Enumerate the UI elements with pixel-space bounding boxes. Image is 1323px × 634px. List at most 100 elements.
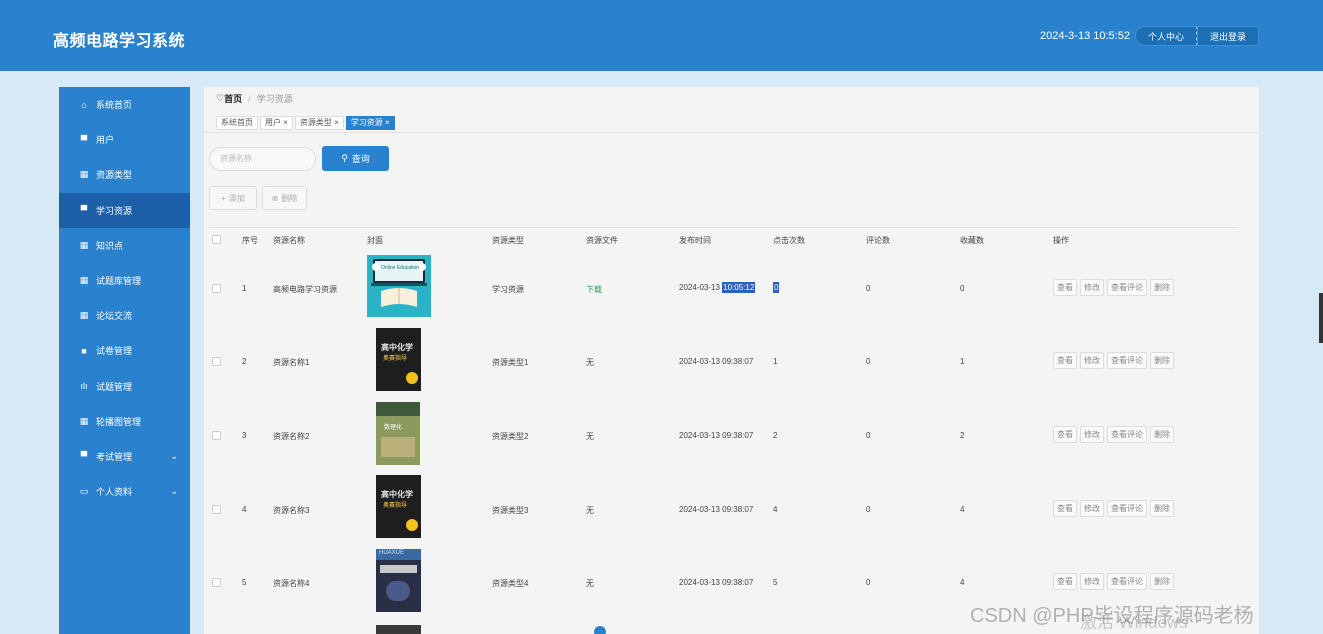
row-date: 2024-03-13 09:38:07 [679,357,753,366]
sidebar-item-learning-resources[interactable]: ▀ 学习资源 [59,192,190,228]
row-delete-button[interactable]: 删除 [1150,279,1174,296]
breadcrumb-home[interactable]: 首页 [224,92,242,105]
sidebar-item-label: 用户 [96,135,115,146]
row-delete-button[interactable]: 删除 [1150,573,1174,590]
sidebar-item-label: 个人资料 [96,487,133,498]
row-date-day: 2024-03-13 [679,578,720,587]
sidebar-item-label: 资源类型 [96,170,133,181]
column-header-cover: 封面 [367,236,383,245]
cover-title: 数理化 [384,425,403,431]
search-button[interactable]: ⚲ 查询 [322,146,389,171]
row-delete-button[interactable]: 删除 [1150,352,1174,369]
sidebar-item-papers[interactable]: ■ 试卷管理 [59,333,190,368]
row-delete-button[interactable]: 删除 [1150,500,1174,517]
row-favorites: 4 [960,578,965,587]
search-input[interactable]: 资源名称 [209,147,316,171]
monitor-icon: ▀ [80,134,88,145]
sidebar-item-exams[interactable]: ▀ 考试管理 ⌄ [59,439,190,474]
row-file: 无 [586,506,594,515]
edit-button[interactable]: 修改 [1080,500,1104,517]
row-checkbox[interactable] [212,431,221,440]
row-delete-button[interactable]: 删除 [1150,426,1174,443]
sidebar-item-resource-types[interactable]: ▦ 资源类型 [59,157,190,192]
scrollbar-handle[interactable] [1319,293,1323,343]
row-checkbox[interactable] [212,505,221,514]
sidebar-item-home[interactable]: ⌂ 系统首页 [59,87,190,122]
logout-button[interactable]: 退出登录 [1196,26,1259,46]
row-file: 无 [586,432,594,441]
sidebar-item-question-bank[interactable]: ▦ 试题库管理 [59,263,190,298]
app-title: 高频电路学习系统 [53,33,186,50]
column-header-comments: 评论数 [866,236,890,245]
row-type: 资源类型4 [492,579,529,588]
view-button[interactable]: 查看 [1053,279,1077,296]
sidebar-item-carousel[interactable]: ▦ 轮播图管理 [59,404,190,439]
add-button-label: 添加 [228,193,245,203]
column-header-actions: 操作 [1053,236,1069,245]
edit-button[interactable]: 修改 [1080,352,1104,369]
plus-icon: + [221,193,226,203]
tab-home[interactable]: 系统首页 [216,116,258,130]
row-name: 资源名称4 [273,579,310,588]
edit-button[interactable]: 修改 [1080,426,1104,443]
view-button[interactable]: 查看 [1053,500,1077,517]
row-checkbox[interactable] [212,578,221,587]
view-comments-button[interactable]: 查看评论 [1107,352,1147,369]
sidebar-item-users[interactable]: ▀ 用户 [59,122,190,157]
breadcrumb-current: 学习资源 [256,94,293,104]
row-name: 资源名称1 [273,358,310,367]
download-link[interactable]: 下载 [586,284,602,295]
view-button[interactable]: 查看 [1053,573,1077,590]
row-name: 资源名称3 [273,506,310,515]
edit-button[interactable]: 修改 [1080,573,1104,590]
cover-image: 数理化 [376,402,420,465]
view-button[interactable]: 查看 [1053,352,1077,369]
tab-learning-resources[interactable]: 学习资源 × [345,116,395,130]
sidebar-item-knowledge[interactable]: ▦ 知识点 [59,228,190,263]
tab-users[interactable]: 用户 × [260,116,293,130]
heart-icon: ♡ [216,93,225,103]
sidebar: ⌂ 系统首页 ▀ 用户 ▦ 资源类型 ▀ 学习资源 ▦ 知识点 ▦ 试题库管理 … [59,87,190,634]
sidebar-item-label: 轮播图管理 [96,416,142,427]
add-button[interactable]: + 添加 [209,186,257,210]
view-comments-button[interactable]: 查看评论 [1107,500,1147,517]
sidebar-item-forum[interactable]: ▦ 论坛交流 [59,298,190,333]
row-type: 资源类型3 [492,506,529,515]
row-date: 2024-03-13 09:38:07 [679,505,753,514]
row-actions: 查看 修改 查看评论 删除 [1053,500,1177,517]
tab-resource-types[interactable]: 资源类型 × [294,116,344,130]
view-button[interactable]: 查看 [1053,426,1077,443]
breadcrumb: ♡ 首页 / 学习资源 [216,92,293,105]
view-comments-button[interactable]: 查看评论 [1107,279,1147,296]
row-file: 无 [586,579,594,588]
row-type: 学习资源 [492,285,524,294]
row-type: 资源类型1 [492,358,529,367]
breadcrumb-separator: / [248,93,251,104]
row-comments: 0 [866,284,871,293]
edit-button[interactable]: 修改 [1080,279,1104,296]
row-date-time: 09:38:07 [722,505,754,514]
row-checkbox[interactable] [212,284,221,293]
profile-button[interactable]: 个人中心 [1134,26,1197,46]
select-all-checkbox[interactable] [212,235,221,244]
delete-button[interactable]: ⊗ 删除 [262,186,307,210]
row-index: 5 [242,578,247,587]
row-actions: 查看 修改 查看评论 删除 [1053,573,1177,590]
row-index: 1 [242,284,247,293]
sidebar-item-questions[interactable]: ılı 试题管理 [59,369,190,404]
row-date: 2024-03-13 09:38:07 [679,431,753,440]
column-header-name: 资源名称 [273,236,305,245]
cover-band-light [380,565,417,573]
cover-band [376,402,420,416]
view-comments-button[interactable]: 查看评论 [1107,426,1147,443]
row-date-time: 09:38:07 [722,431,754,440]
sidebar-item-profile[interactable]: ▭ 个人资料 ⌄ [59,474,190,509]
row-comments: 0 [866,357,871,366]
view-comments-button[interactable]: 查看评论 [1107,573,1147,590]
row-name: 资源名称2 [273,432,310,441]
row-checkbox[interactable] [212,357,221,366]
bar-chart-icon: ılı [80,381,88,392]
header-right: 2024-3-13 10:5:52 个人中心 退出登录 [1040,26,1259,46]
cover-shape [386,581,410,601]
row-date-day: 2024-03-13 [679,357,720,366]
